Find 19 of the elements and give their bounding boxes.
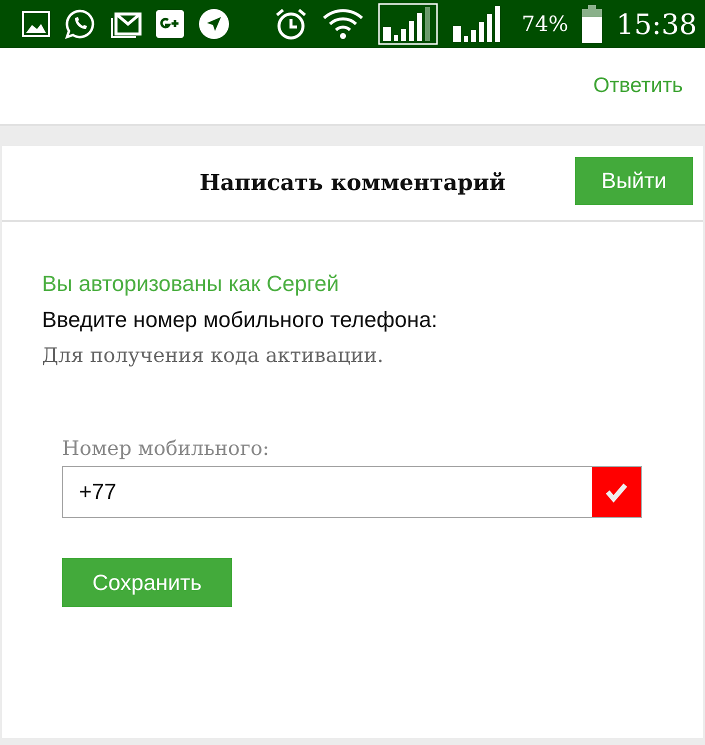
image-icon	[22, 11, 50, 37]
battery-percentage: 74%	[522, 12, 568, 36]
save-button[interactable]: Сохранить	[62, 558, 232, 607]
hint-text: Для получения кода активации.	[42, 342, 384, 369]
reply-link[interactable]: Ответить	[593, 74, 683, 98]
mail-icon	[110, 10, 142, 38]
alarm-clock-icon	[274, 7, 308, 41]
auth-status: Вы авторизованы как Сергей	[42, 270, 340, 298]
clock-time: 15:38	[616, 8, 697, 40]
sim-signal-icon	[378, 3, 438, 45]
phone-chat-icon	[64, 8, 96, 40]
field-label: Номер мобильного:	[62, 436, 270, 460]
prompt-text: Введите номер мобильного телефона:	[42, 306, 438, 334]
logout-button[interactable]: Выйти	[575, 157, 693, 205]
battery-icon	[582, 5, 602, 43]
wifi-icon	[322, 8, 364, 40]
navigation-icon	[198, 8, 230, 40]
form-title: Написать комментарий	[199, 170, 506, 196]
google-plus-icon	[156, 10, 184, 38]
